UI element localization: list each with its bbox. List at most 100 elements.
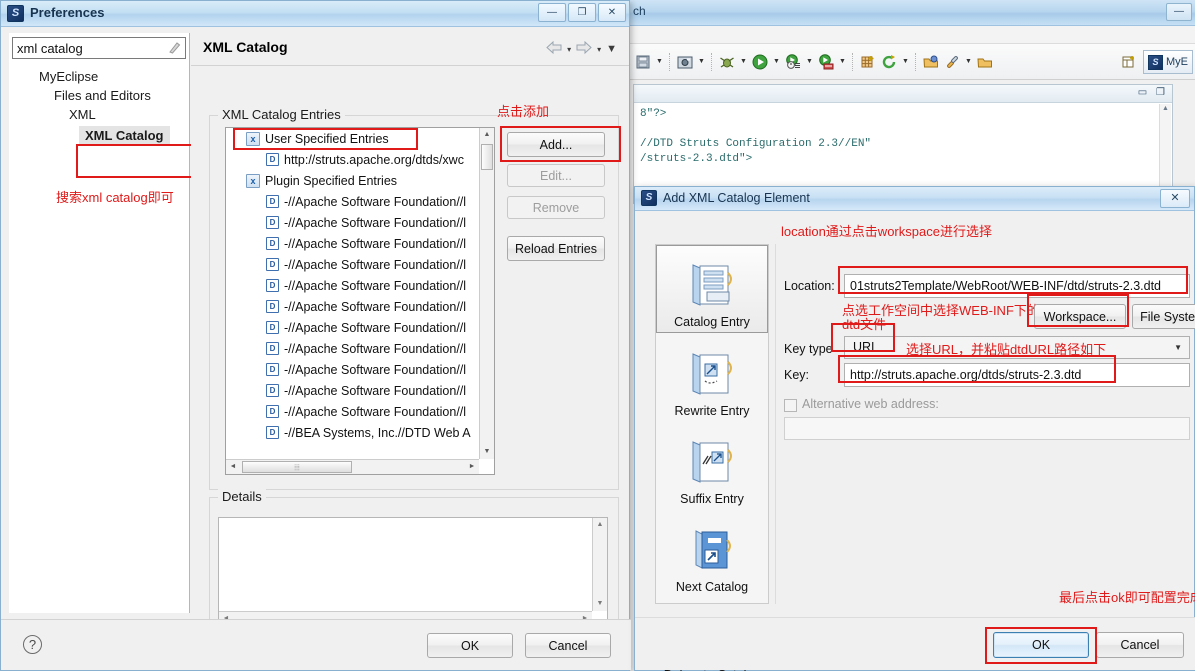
details-label: Details: [218, 489, 266, 504]
dropdown-arrow-icon[interactable]: ▼: [654, 52, 665, 72]
editor-code[interactable]: 8"?> //DTD Struts Configuration 2.3//EN"…: [634, 103, 1172, 171]
kind-next-catalog[interactable]: Next Catalog: [656, 509, 768, 597]
annotation-search-hint: 搜索xml catalog即可: [56, 190, 174, 205]
catalog-entry-row[interactable]: D -//Apache Software Foundation//l: [226, 191, 494, 212]
highlight-box-location-input: [838, 266, 1188, 294]
sidebar-item-myeclipse[interactable]: MyEclipse: [9, 67, 189, 86]
preferences-cancel-button[interactable]: Cancel: [525, 633, 611, 658]
kind-suffix-entry[interactable]: Suffix Entry: [656, 421, 768, 509]
catalog-entry-row[interactable]: D -//Apache Software Foundation//l: [226, 212, 494, 233]
add-dialog-close-button[interactable]: ✕: [1160, 189, 1190, 208]
catalog-entry-row[interactable]: x Plugin Specified Entries: [226, 170, 494, 191]
dropdown-arrow-icon[interactable]: ▼: [696, 52, 707, 72]
preferences-ok-button[interactable]: OK: [427, 633, 513, 658]
catalog-entry-label: -//Apache Software Foundation//l: [284, 236, 467, 251]
catalog-entry-row[interactable]: Dhttp://struts.apache.org/dtds/xwc: [226, 149, 494, 170]
scroll-right-arrow-icon[interactable]: ►: [465, 460, 479, 474]
details-scroll-down-icon[interactable]: ▼: [593, 597, 607, 611]
entries-vertical-scrollbar[interactable]: ▲ ▼: [479, 128, 494, 459]
open-perspective-icon[interactable]: [1119, 52, 1139, 72]
kind-catalog-entry[interactable]: Catalog Entry: [656, 245, 768, 333]
catalog-entry-row[interactable]: D -//Apache Software Foundation//l: [226, 317, 494, 338]
catalog-entry-row[interactable]: D -//Apache Software Foundation//l: [226, 359, 494, 380]
catalog-entry-label: -//Apache Software Foundation//l: [284, 215, 467, 230]
preferences-minimize-button[interactable]: —: [538, 3, 566, 22]
eclipse-perspective-bar: S MyE: [1119, 44, 1195, 80]
link-icon[interactable]: [942, 52, 962, 72]
chevron-down-icon[interactable]: ▼: [1174, 343, 1182, 352]
dropdown-arrow-icon[interactable]: ▼: [771, 52, 782, 72]
catalog-entry-row[interactable]: D -//Apache Software Foundation//l: [226, 275, 494, 296]
remove-button[interactable]: Remove: [507, 196, 605, 219]
xml-catalog-entries-list[interactable]: x User Specified Entries Dhttp://struts.ap…: [225, 127, 495, 475]
screenshot-icon[interactable]: [675, 52, 695, 72]
sidebar-item-files-and-editors[interactable]: Files and Editors: [9, 86, 189, 105]
catalog-entry-row[interactable]: D -//Apache Software Foundation//l: [226, 296, 494, 317]
editor-min-max-controls[interactable]: ▭ ❐: [1138, 87, 1168, 98]
back-dropdown-caret-icon[interactable]: ▾: [567, 45, 571, 54]
entries-vscroll-thumb[interactable]: [481, 144, 493, 170]
catalog-entry-row[interactable]: D -//Apache Software Foundation//l: [226, 338, 494, 359]
catalog-entry-row[interactable]: D -//Apache Software Foundation//l: [226, 254, 494, 275]
code-line-1: 8"?>: [640, 108, 667, 120]
details-scroll-up-icon[interactable]: ▲: [593, 518, 607, 532]
catalog-entry-row[interactable]: D -//Apache Software Foundation//l: [226, 401, 494, 422]
open-type-icon[interactable]: [975, 52, 995, 72]
page-menu-caret-icon[interactable]: ▼: [606, 43, 617, 55]
run-server-icon[interactable]: [816, 52, 836, 72]
save-icon[interactable]: [633, 52, 653, 72]
refresh-icon[interactable]: [879, 52, 899, 72]
filter-input[interactable]: [13, 38, 185, 58]
run-icon[interactable]: [750, 52, 770, 72]
edit-button[interactable]: Edit...: [507, 164, 605, 187]
location-label: Location:: [784, 279, 835, 293]
page-title-divider: [191, 65, 629, 66]
arrow-left-icon[interactable]: [546, 40, 562, 57]
catalog-entry-label: http://struts.apache.org/dtds/xwc: [284, 152, 464, 167]
suffix-entry-icon: [687, 438, 737, 489]
clear-filter-icon[interactable]: [168, 41, 181, 55]
dropdown-arrow-icon[interactable]: ▼: [837, 52, 848, 72]
catalog-element-kind-list[interactable]: Catalog Entry Rewrite Entry Suffix Entry…: [655, 244, 769, 671]
preferences-close-button[interactable]: ✕: [598, 3, 626, 22]
rewrite-entry-icon: [687, 350, 737, 401]
eclipse-minimize-button[interactable]: —: [1166, 3, 1192, 21]
add-dialog-cancel-button[interactable]: Cancel: [1096, 632, 1184, 658]
code-line-3: //DTD Struts Configuration 2.3//EN": [640, 138, 872, 150]
perspective-myeclipse-button[interactable]: S MyE: [1143, 50, 1193, 74]
annotation-location-hint: location通过点击workspace进行选择: [781, 224, 992, 239]
catalog-entry-row[interactable]: D -//Apache Software Foundation//l: [226, 233, 494, 254]
kind-rewrite-entry[interactable]: Rewrite Entry: [656, 333, 768, 421]
catalog-entry-row[interactable]: D -//BEA Systems, Inc.//DTD Web A: [226, 422, 494, 443]
catalog-entry-label: -//Apache Software Foundation//l: [284, 194, 467, 209]
alternative-web-address-input[interactable]: [784, 417, 1190, 440]
filter-field-wrapper[interactable]: [12, 37, 186, 59]
dropdown-arrow-icon[interactable]: ▼: [804, 52, 815, 72]
details-textarea[interactable]: ▲ ▼ ◄ ►: [218, 517, 608, 627]
run-history-icon[interactable]: [783, 52, 803, 72]
dropdown-arrow-icon[interactable]: ▼: [963, 52, 974, 72]
entries-hscroll-thumb[interactable]: ⦙⦙⦙: [242, 461, 352, 473]
dropdown-arrow-icon[interactable]: ▼: [900, 52, 911, 72]
new-table-icon[interactable]: [858, 52, 878, 72]
details-vertical-scrollbar[interactable]: ▲ ▼: [592, 518, 607, 611]
reload-entries-button[interactable]: Reload Entries: [507, 236, 605, 261]
highlight-box-key-type: [831, 323, 895, 352]
forward-dropdown-caret-icon[interactable]: ▾: [597, 45, 601, 54]
scroll-down-arrow-icon[interactable]: ▼: [480, 445, 494, 459]
dtd-icon: D: [266, 300, 279, 313]
sidebar-item-xml[interactable]: XML: [9, 105, 189, 124]
scroll-up-arrow-icon[interactable]: ▲: [480, 128, 494, 142]
scroll-left-arrow-icon[interactable]: ◄: [226, 460, 240, 474]
entries-horizontal-scrollbar[interactable]: ◄ ⦙⦙⦙ ►: [226, 459, 479, 474]
dropdown-arrow-icon[interactable]: ▼: [738, 52, 749, 72]
catalog-entry-label: -//Apache Software Foundation//l: [284, 320, 467, 335]
debug-icon[interactable]: [717, 52, 737, 72]
catalog-entry-row[interactable]: D -//Apache Software Foundation//l: [226, 380, 494, 401]
file-system-button[interactable]: File System...: [1132, 304, 1195, 329]
preferences-maximize-button[interactable]: ❐: [568, 3, 596, 22]
alternative-web-address-checkbox[interactable]: [784, 399, 797, 412]
open-package-icon[interactable]: [921, 52, 941, 72]
arrow-right-icon[interactable]: [576, 40, 592, 57]
help-icon[interactable]: ?: [23, 635, 42, 654]
